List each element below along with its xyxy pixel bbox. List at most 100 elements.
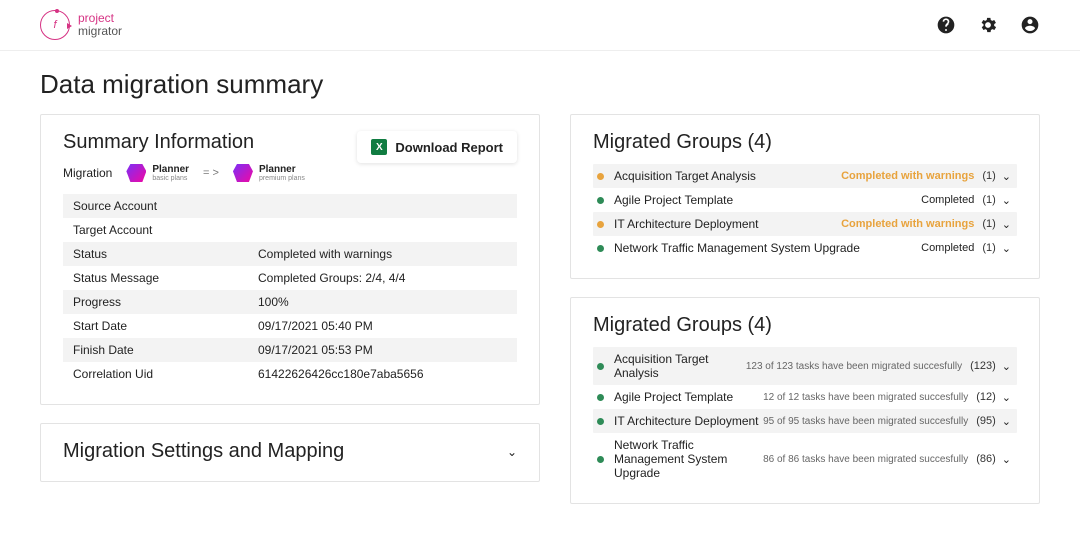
summary-row: Status MessageCompleted Groups: 2/4, 4/4: [63, 266, 517, 290]
group-count: (1): [982, 218, 995, 230]
chevron-down-icon[interactable]: ⌄: [1002, 218, 1011, 231]
summary-row-value: [248, 194, 517, 218]
summary-row: StatusCompleted with warnings: [63, 242, 517, 266]
group-name: Network Traffic Management System Upgrad…: [614, 241, 921, 255]
group-count: (1): [982, 194, 995, 206]
group-name: IT Architecture Deployment: [614, 217, 841, 231]
summary-row: Finish Date09/17/2021 05:53 PM: [63, 338, 517, 362]
summary-row-key: Start Date: [63, 314, 248, 338]
status-dot-icon: [597, 394, 604, 401]
summary-row-value: Completed with warnings: [248, 242, 517, 266]
arrow-icon: = >: [203, 167, 219, 179]
download-report-label: Download Report: [395, 140, 503, 155]
summary-title: Summary Information: [63, 131, 305, 154]
summary-row: Progress100%: [63, 290, 517, 314]
group-row[interactable]: IT Architecture Deployment95 of 95 tasks…: [593, 409, 1017, 433]
summary-row: Start Date09/17/2021 05:40 PM: [63, 314, 517, 338]
settings-panel[interactable]: Migration Settings and Mapping ⌄: [40, 423, 540, 482]
summary-row-value: 61422626426cc180e7aba5656: [248, 362, 517, 386]
migration-label: Migration: [63, 166, 112, 180]
status-dot-icon: [597, 245, 604, 252]
chevron-down-icon[interactable]: ⌄: [1002, 194, 1011, 207]
summary-row-value: [248, 218, 517, 242]
summary-row: Correlation Uid61422626426cc180e7aba5656: [63, 362, 517, 386]
chevron-down-icon[interactable]: ⌄: [1002, 170, 1011, 183]
page-title: Data migration summary: [40, 69, 1040, 100]
migration-row: Migration Planner basic plans = >: [63, 164, 305, 182]
status-dot-icon: [597, 197, 604, 204]
summary-row-key: Status: [63, 242, 248, 266]
group-status: 12 of 12 tasks have been migrated succes…: [763, 392, 968, 403]
group-status: 123 of 123 tasks have been migrated succ…: [746, 361, 962, 372]
summary-row-value: Completed Groups: 2/4, 4/4: [248, 266, 517, 290]
chevron-down-icon[interactable]: ⌄: [1002, 415, 1011, 428]
excel-icon: X: [371, 139, 387, 155]
group-name: Acquisition Target Analysis: [614, 352, 746, 380]
summary-row-value: 100%: [248, 290, 517, 314]
group-count: (95): [976, 415, 996, 427]
summary-table: Source AccountTarget AccountStatusComple…: [63, 194, 517, 386]
summary-row-key: Status Message: [63, 266, 248, 290]
group-name: Acquisition Target Analysis: [614, 169, 841, 183]
group-row[interactable]: Network Traffic Management System Upgrad…: [593, 236, 1017, 260]
summary-row-key: Target Account: [63, 218, 248, 242]
status-dot-icon: [597, 456, 604, 463]
planner-icon: [126, 164, 146, 182]
chevron-down-icon[interactable]: ⌄: [1002, 360, 1011, 373]
summary-row-key: Finish Date: [63, 338, 248, 362]
summary-panel: Summary Information Migration Planner ba…: [40, 114, 540, 405]
summary-row: Source Account: [63, 194, 517, 218]
group-name: Network Traffic Management System Upgrad…: [614, 438, 763, 480]
group-row[interactable]: Network Traffic Management System Upgrad…: [593, 433, 1017, 485]
summary-row-key: Progress: [63, 290, 248, 314]
summary-row: Target Account: [63, 218, 517, 242]
group-count: (1): [982, 170, 995, 182]
group-status: 95 of 95 tasks have been migrated succes…: [763, 416, 968, 427]
summary-row-value: 09/17/2021 05:53 PM: [248, 338, 517, 362]
group-count: (86): [976, 453, 996, 465]
chevron-down-icon[interactable]: ⌄: [1002, 242, 1011, 255]
migrated-groups-panel-1: Migrated Groups (4) Acquisition Target A…: [570, 114, 1040, 279]
planner-icon: [233, 164, 253, 182]
chevron-down-icon[interactable]: ⌄: [507, 445, 517, 459]
status-dot-icon: [597, 221, 604, 228]
group-name: Agile Project Template: [614, 193, 921, 207]
group-status: Completed with warnings: [841, 170, 974, 182]
status-dot-icon: [597, 173, 604, 180]
group-count: (1): [982, 242, 995, 254]
group-name: IT Architecture Deployment: [614, 414, 763, 428]
brand-logo-mark: f: [40, 10, 70, 40]
status-dot-icon: [597, 418, 604, 425]
group-row[interactable]: Acquisition Target AnalysisCompleted wit…: [593, 164, 1017, 188]
help-icon[interactable]: [936, 15, 956, 35]
brand-line2: migrator: [78, 25, 122, 38]
brand-logo-text: project migrator: [78, 12, 122, 37]
group-row[interactable]: Agile Project TemplateCompleted (1) ⌄: [593, 188, 1017, 212]
group-row[interactable]: Acquisition Target Analysis123 of 123 ta…: [593, 347, 1017, 385]
group-row[interactable]: IT Architecture DeploymentCompleted with…: [593, 212, 1017, 236]
status-dot-icon: [597, 363, 604, 370]
summary-row-key: Correlation Uid: [63, 362, 248, 386]
migrated-groups-1-title: Migrated Groups (4): [593, 131, 1017, 154]
group-status: Completed: [921, 194, 974, 206]
migrated-groups-panel-2: Migrated Groups (4) Acquisition Target A…: [570, 297, 1040, 504]
account-icon[interactable]: [1020, 15, 1040, 35]
group-status: Completed with warnings: [841, 218, 974, 230]
group-count: (12): [976, 391, 996, 403]
group-count: (123): [970, 360, 996, 372]
download-report-button[interactable]: X Download Report: [357, 131, 517, 163]
group-status: Completed: [921, 242, 974, 254]
brand-logo[interactable]: f project migrator: [40, 10, 122, 40]
group-status: 86 of 86 tasks have been migrated succes…: [763, 454, 968, 465]
migrated-groups-2-title: Migrated Groups (4): [593, 314, 1017, 337]
gear-icon[interactable]: [978, 15, 998, 35]
chevron-down-icon[interactable]: ⌄: [1002, 391, 1011, 404]
topbar: f project migrator: [0, 0, 1080, 51]
settings-title: Migration Settings and Mapping: [63, 440, 344, 463]
chevron-down-icon[interactable]: ⌄: [1002, 453, 1011, 466]
planner-from: Planner basic plans: [126, 164, 189, 182]
group-row[interactable]: Agile Project Template12 of 12 tasks hav…: [593, 385, 1017, 409]
summary-row-key: Source Account: [63, 194, 248, 218]
planner-to: Planner premium plans: [233, 164, 305, 182]
summary-row-value: 09/17/2021 05:40 PM: [248, 314, 517, 338]
